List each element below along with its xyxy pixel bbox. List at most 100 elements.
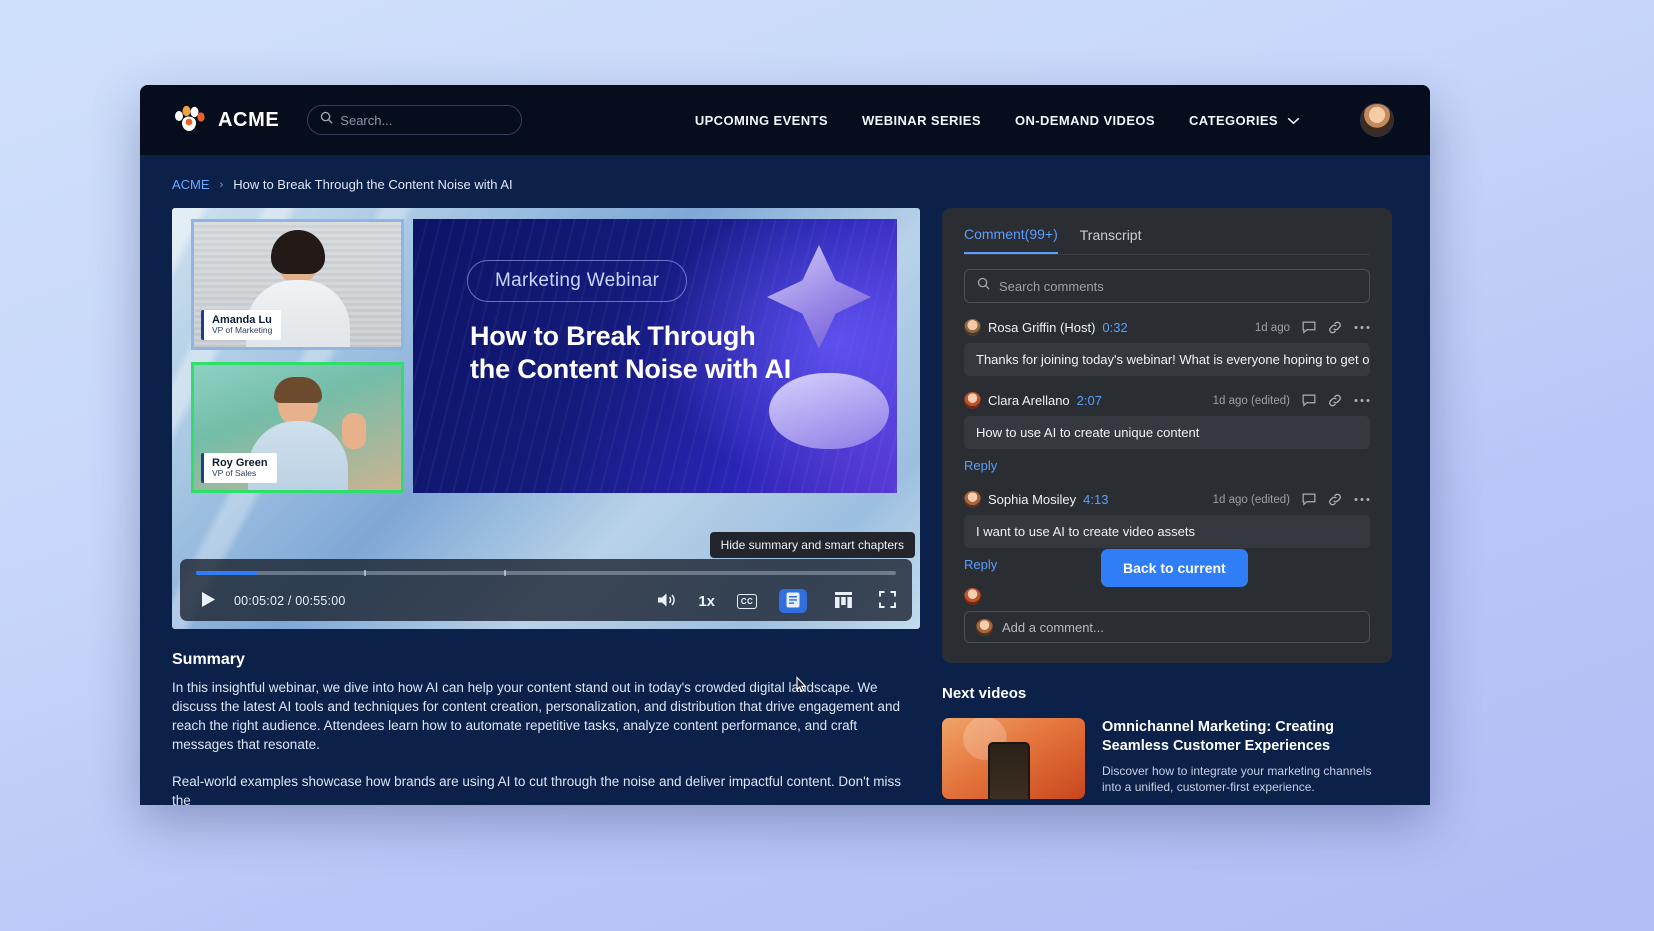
chevron-down-icon (1287, 113, 1300, 128)
breadcrumb: ACME › How to Break Through the Content … (172, 177, 1398, 192)
comment-meta: 1d ago (edited) (1213, 394, 1370, 407)
comment-item: Rosa Griffin (Host) 0:32 1d ago (964, 319, 1370, 376)
commenter-avatar (964, 392, 981, 409)
comment-bubble-icon[interactable] (1302, 394, 1316, 407)
next-videos-section: Next videos Omnichannel Marketing: Creat… (942, 685, 1392, 799)
back-to-current-button[interactable]: Back to current (1101, 549, 1248, 587)
speaker-name-tag-amanda: Amanda Lu VP of Marketing (201, 310, 281, 340)
brand-logo[interactable]: ACME (172, 104, 279, 137)
summary-panel-button[interactable] (779, 589, 807, 613)
comment-video-timestamp[interactable]: 2:07 (1077, 393, 1102, 408)
next-video-meta: Omnichannel Marketing: Creating Seamless… (1102, 718, 1392, 799)
nav-on-demand-videos[interactable]: ON-DEMAND VIDEOS (1015, 113, 1155, 128)
summary-paragraph: Real-world examples showcase how brands … (172, 772, 920, 805)
comment-meta: 1d ago (1255, 321, 1370, 334)
slide-badge: Marketing Webinar (467, 260, 687, 302)
control-right-group: 1x CC (656, 589, 896, 613)
panel-tabs: Comment(99+) Transcript (964, 226, 1370, 255)
more-horizontal-icon[interactable] (1354, 325, 1370, 330)
link-icon[interactable] (1328, 321, 1342, 334)
hide-summary-tooltip: Hide summary and smart chapters (710, 532, 915, 558)
fullscreen-button[interactable] (879, 591, 896, 611)
comment-age: 1d ago (1255, 322, 1290, 334)
reply-link[interactable]: Reply (964, 557, 997, 572)
fullscreen-icon (879, 591, 896, 611)
comment-text: How to use AI to create unique content (964, 416, 1370, 449)
search-placeholder: Search... (340, 113, 392, 128)
brand-name: ACME (218, 109, 279, 132)
comments-panel: Comment(99+) Transcript Search comments (942, 208, 1392, 663)
player-controls: 00:05:02 / 00:55:00 (180, 559, 912, 621)
breadcrumb-root[interactable]: ACME (172, 177, 210, 192)
summary-section: Summary In this insightful webinar, we d… (172, 651, 920, 805)
progress-bar[interactable] (196, 571, 896, 575)
chapter-marker[interactable] (504, 570, 506, 576)
time-display: 00:05:02 / 00:55:00 (234, 594, 346, 608)
commenter-avatar (964, 319, 981, 336)
left-column: Amanda Lu VP of Marketing Roy Green (172, 208, 920, 805)
play-button[interactable] (196, 590, 220, 612)
breadcrumb-current: How to Break Through the Content Noise w… (233, 177, 512, 192)
comment-search-placeholder: Search comments (999, 279, 1104, 294)
search-icon (977, 277, 990, 295)
comment-video-timestamp[interactable]: 4:13 (1083, 492, 1108, 507)
acme-paw-logo-icon (172, 104, 206, 137)
tab-transcript[interactable]: Transcript (1080, 226, 1142, 254)
more-horizontal-icon[interactable] (1354, 398, 1370, 403)
next-video-thumbnail (942, 718, 1085, 799)
smart-chapters-icon (835, 592, 852, 611)
comment-meta: 1d ago (edited) (1213, 493, 1370, 506)
commenter-name: Sophia Mosiley (988, 492, 1076, 507)
next-video-description: Discover how to integrate your marketing… (1102, 763, 1392, 795)
captions-button[interactable]: CC (737, 594, 757, 609)
comment-item: Clara Arellano 2:07 1d ago (edited) (964, 392, 1370, 475)
comment-header: Sophia Mosiley 4:13 1d ago (edited) (964, 491, 1370, 508)
site-header: ACME Search... UPCOMING EVENTS WEBINAR S… (140, 85, 1430, 155)
comment-header: Rosa Griffin (Host) 0:32 1d ago (964, 319, 1370, 336)
comment-item-partial (964, 588, 1370, 605)
user-avatar (976, 619, 993, 636)
next-video-item[interactable]: Omnichannel Marketing: Creating Seamless… (942, 718, 1392, 799)
reply-link[interactable]: Reply (964, 458, 997, 473)
video-player[interactable]: Amanda Lu VP of Marketing Roy Green (172, 208, 920, 629)
summary-panel-icon (786, 592, 800, 611)
page-content: ACME › How to Break Through the Content … (140, 155, 1430, 805)
comment-video-timestamp[interactable]: 0:32 (1102, 320, 1127, 335)
more-horizontal-icon[interactable] (1354, 497, 1370, 502)
comment-bubble-icon[interactable] (1302, 321, 1316, 334)
chapter-marker[interactable] (364, 570, 366, 576)
commenter-avatar (964, 588, 981, 605)
nav-webinar-series[interactable]: WEBINAR SERIES (862, 113, 981, 128)
right-column: Comment(99+) Transcript Search comments (942, 208, 1392, 799)
comment-age: 1d ago (edited) (1213, 395, 1290, 407)
summary-paragraph: In this insightful webinar, we dive into… (172, 678, 920, 755)
main-nav: UPCOMING EVENTS WEBINAR SERIES ON-DEMAND… (695, 103, 1394, 137)
search-input[interactable]: Search... (307, 105, 522, 135)
play-icon (201, 591, 216, 611)
comment-bubble-icon[interactable] (1302, 493, 1316, 506)
commenter-name: Clara Arellano (988, 393, 1070, 408)
phone-graphic (988, 742, 1030, 799)
next-video-title: Omnichannel Marketing: Creating Seamless… (1102, 718, 1392, 756)
app-window: ACME Search... UPCOMING EVENTS WEBINAR S… (140, 85, 1430, 805)
control-row: 00:05:02 / 00:55:00 (196, 589, 896, 613)
nav-categories[interactable]: CATEGORIES (1189, 113, 1300, 128)
volume-button[interactable] (656, 591, 676, 612)
nav-upcoming-events[interactable]: UPCOMING EVENTS (695, 113, 828, 128)
comment-text: I want to use AI to create video assets (964, 515, 1370, 548)
playback-speed-button[interactable]: 1x (698, 593, 715, 610)
link-icon[interactable] (1328, 394, 1342, 407)
nav-categories-label: CATEGORIES (1189, 113, 1278, 128)
search-icon (320, 111, 333, 129)
comment-header: Clara Arellano 2:07 1d ago (edited) (964, 392, 1370, 409)
comment-search-input[interactable]: Search comments (964, 269, 1370, 303)
link-icon[interactable] (1328, 493, 1342, 506)
commenter-name: Rosa Griffin (Host) (988, 320, 1095, 335)
tab-comment[interactable]: Comment(99+) (964, 226, 1058, 254)
user-avatar[interactable] (1360, 103, 1394, 137)
add-comment-input[interactable]: Add a comment... (964, 611, 1370, 643)
comment-age: 1d ago (edited) (1213, 494, 1290, 506)
speaker-name-tag-roy: Roy Green VP of Sales (201, 453, 277, 483)
smart-chapters-button[interactable] (829, 589, 857, 613)
speaker-tile-amanda: Amanda Lu VP of Marketing (191, 219, 404, 350)
